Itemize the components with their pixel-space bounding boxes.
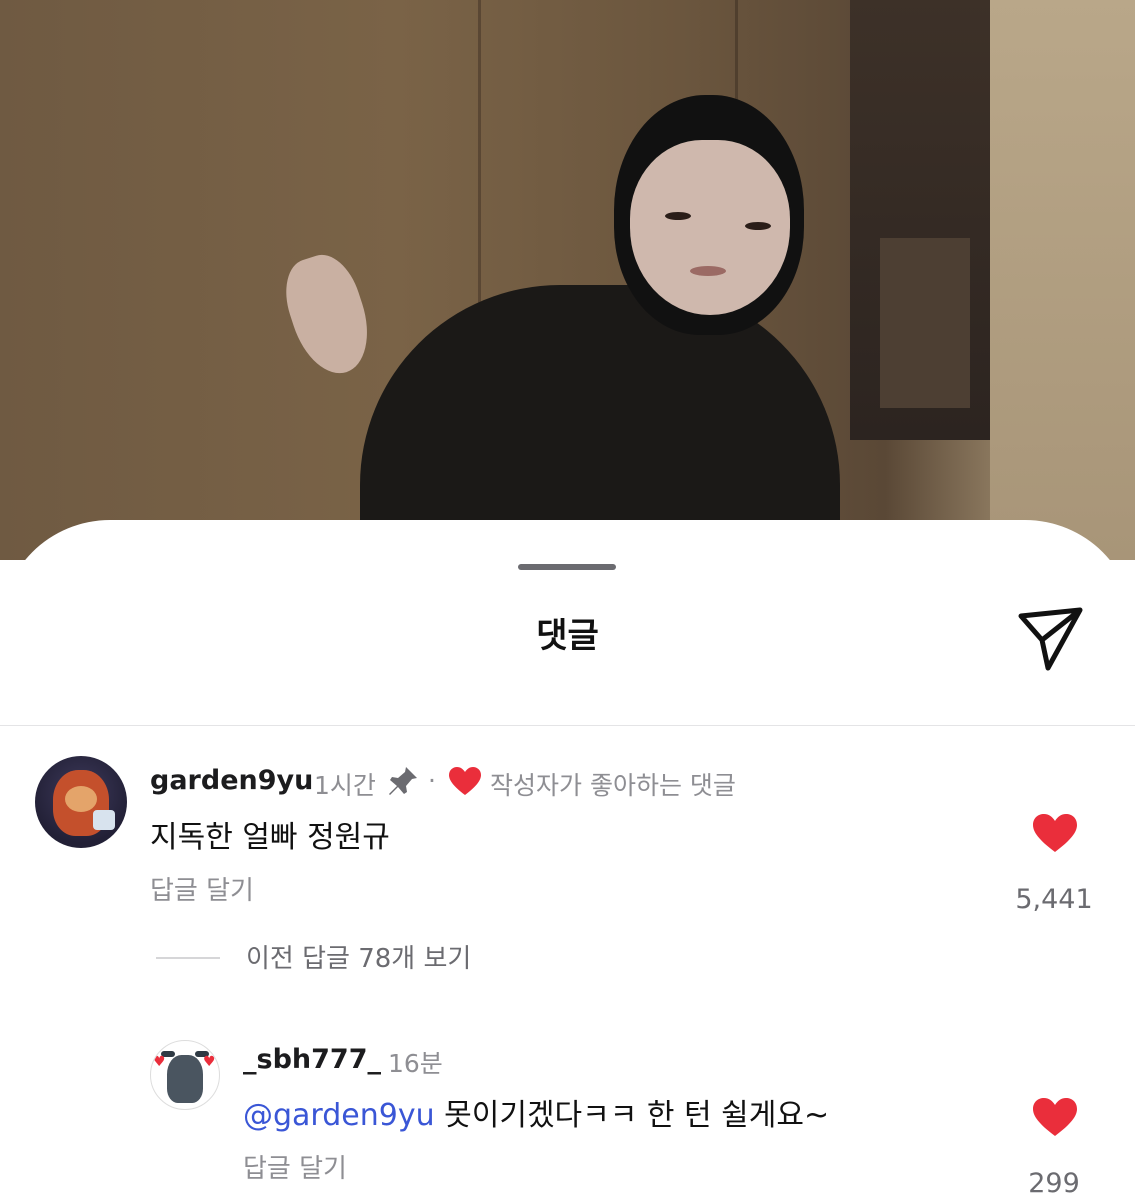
reply-button[interactable]: 답글 달기 xyxy=(243,1148,347,1185)
reply-username[interactable]: _sbh777_ xyxy=(243,1044,381,1075)
liked-by-author-label: 작성자가 좋아하는 댓글 xyxy=(490,771,736,800)
replies-divider xyxy=(156,957,220,959)
comment-username[interactable]: garden9yu xyxy=(150,765,313,796)
photo-person xyxy=(360,285,840,560)
comment-text: 지독한 얼빠 정원규 xyxy=(150,820,390,855)
header-divider xyxy=(0,725,1135,726)
avatar-detail xyxy=(167,1055,203,1103)
avatar[interactable] xyxy=(35,756,127,848)
mention-link[interactable]: @garden9yu xyxy=(243,1098,435,1133)
photo-detail xyxy=(880,238,970,408)
sheet-grabber[interactable] xyxy=(518,564,616,570)
reply-time: 16분 xyxy=(388,1049,443,1078)
avatar-heart-icon: ♥ xyxy=(153,1054,166,1070)
sheet-title: 댓글 xyxy=(536,616,599,656)
photo-person xyxy=(275,246,381,384)
reply-text: @garden9yu 못이기겠다ㅋㅋ 한 턴 쉴게요~ xyxy=(243,1090,829,1134)
comments-sheet: 댓글 garden9yu 1시간 · 작성자가 좋아하는 댓글 지독한 얼빠 정… xyxy=(0,520,1135,1200)
like-heart-icon[interactable] xyxy=(1031,1096,1079,1138)
like-count: 5,441 xyxy=(1015,884,1093,915)
photo-person xyxy=(690,266,726,276)
paper-plane-icon[interactable] xyxy=(1016,604,1086,674)
separator-dot: · xyxy=(428,766,436,795)
heart-icon xyxy=(449,767,481,795)
reply-button[interactable]: 답글 달기 xyxy=(150,870,254,907)
view-previous-replies-button[interactable]: 이전 답글 78개 보기 xyxy=(246,938,471,975)
pin-icon xyxy=(389,767,417,795)
avatar[interactable]: ♥ ♥ xyxy=(150,1040,220,1110)
like-heart-icon[interactable] xyxy=(1031,812,1079,854)
avatar-detail xyxy=(65,786,97,812)
photo-person xyxy=(665,212,691,220)
post-photo xyxy=(0,0,1135,560)
avatar-detail xyxy=(93,810,115,830)
like-count: 299 xyxy=(1028,1168,1080,1199)
photo-person xyxy=(745,222,771,230)
photo-detail xyxy=(990,0,1135,560)
avatar-heart-icon: ♥ xyxy=(203,1054,216,1070)
comment-time: 1시간 xyxy=(314,771,376,800)
reply-body: 못이기겠다ㅋㅋ 한 턴 쉴게요~ xyxy=(434,1098,830,1133)
